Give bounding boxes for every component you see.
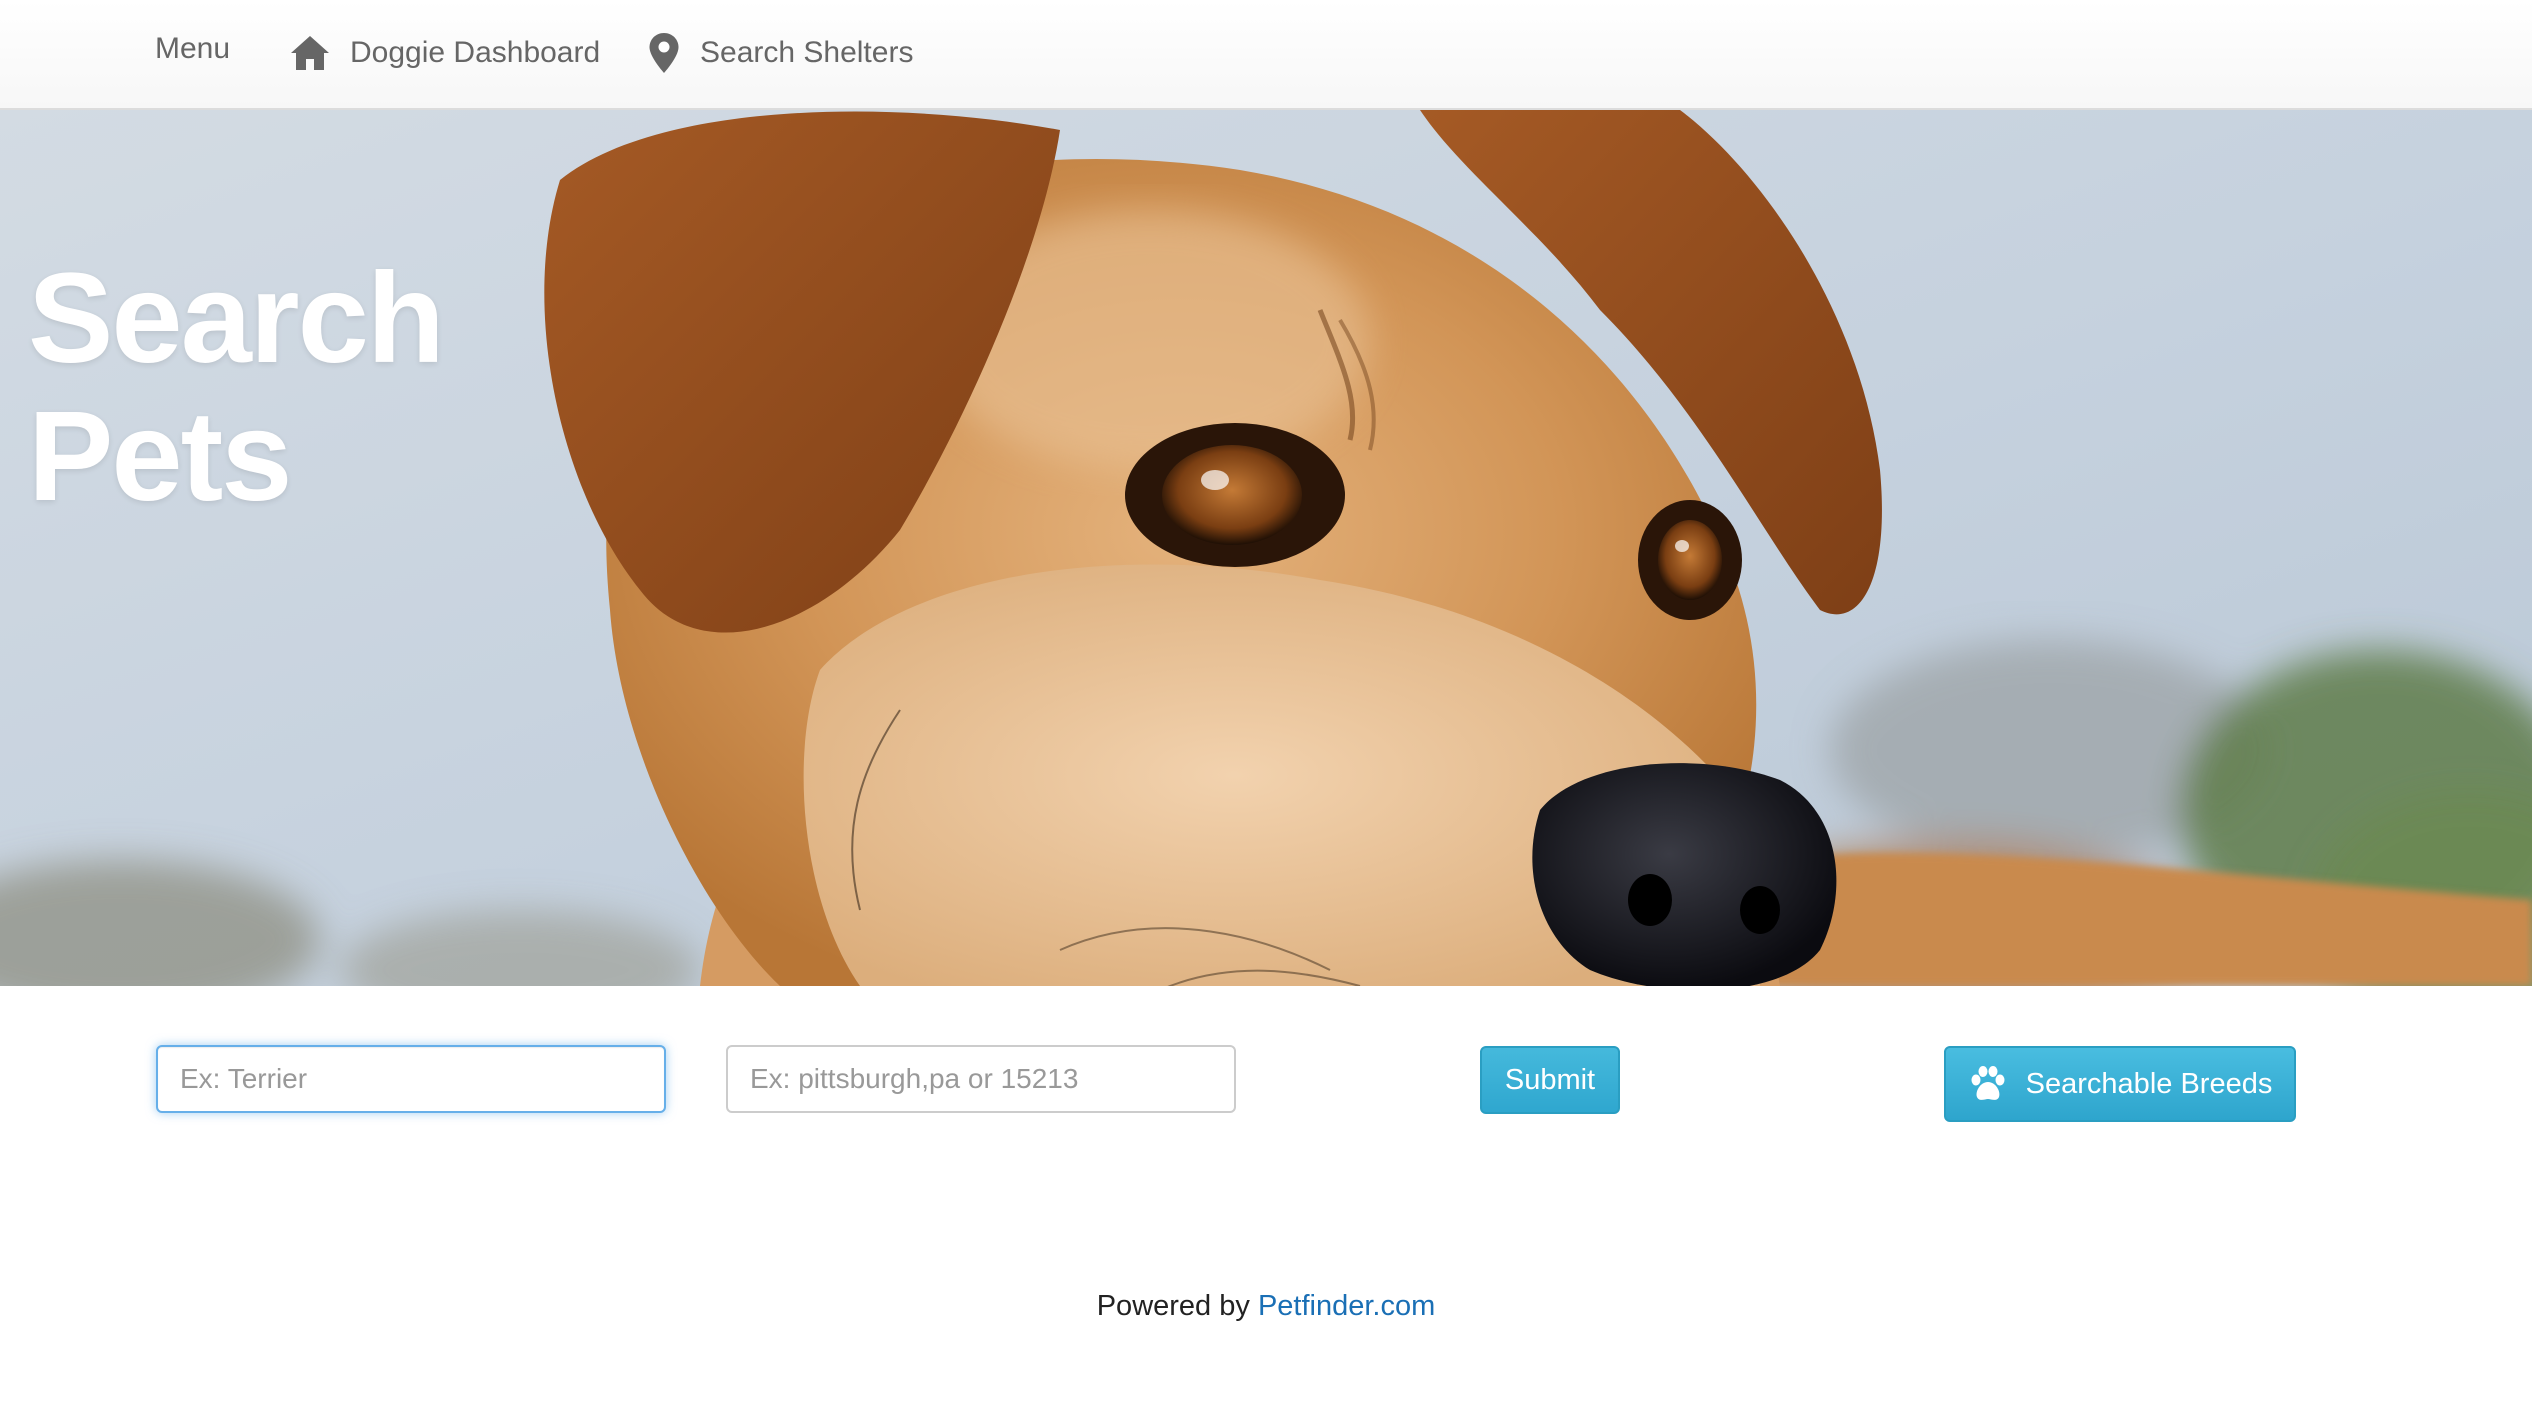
top-navbar: Menu Doggie Dashboard Search Shelters [0, 0, 2532, 110]
hero-title: Search Pets [28, 247, 445, 528]
hero-banner: Search Pets [0, 110, 2532, 986]
submit-button[interactable]: Submit [1480, 1046, 1620, 1114]
nav-item-doggie-dashboard[interactable]: Doggie Dashboard [290, 0, 600, 106]
map-pin-icon [648, 32, 680, 74]
dog-photo [0, 110, 2532, 986]
searchable-breeds-button[interactable]: Searchable Breeds [1944, 1046, 2296, 1122]
menu-button[interactable]: Menu [155, 0, 230, 102]
menu-label: Menu [155, 32, 231, 65]
petfinder-link[interactable]: Petfinder.com [1258, 1290, 1435, 1322]
footer-prefix: Powered by [1096, 1290, 1250, 1322]
footer: Powered by Petfinder.com [0, 1290, 2532, 1323]
location-search-input[interactable] [726, 1045, 1236, 1113]
searchable-breeds-label: Searchable Breeds [2025, 1067, 2273, 1100]
home-icon [290, 35, 330, 71]
paw-icon [1968, 1064, 2008, 1104]
nav-item-search-shelters[interactable]: Search Shelters [648, 0, 913, 106]
nav-item-label: Search Shelters [700, 36, 914, 69]
breed-search-input[interactable] [156, 1045, 666, 1113]
nav-item-label: Doggie Dashboard [350, 36, 601, 69]
